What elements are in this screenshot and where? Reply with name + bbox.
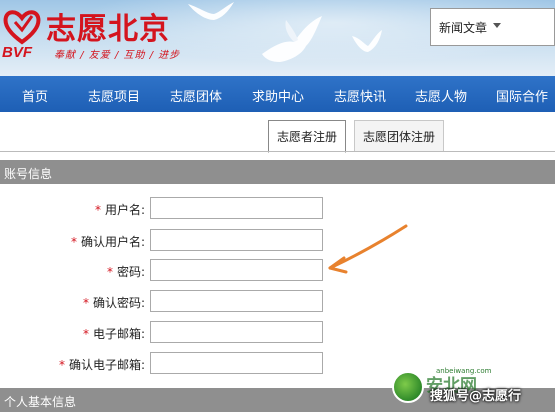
search-category-select[interactable]: 新闻文章 <box>430 8 555 46</box>
confirm-email-input[interactable] <box>150 352 323 374</box>
nav-item-international[interactable]: 国际合作 <box>496 86 548 105</box>
required-mark: * <box>82 296 89 310</box>
confirm-email-label: * 确认电子邮箱: <box>59 356 145 373</box>
form-row-confirm-password: * 确认密码: <box>0 290 555 314</box>
tab-volunteer-registration[interactable]: 志愿者注册 <box>268 120 347 153</box>
nav-item-help-center[interactable]: 求助中心 <box>252 86 304 105</box>
password-label: * 密码: <box>107 263 145 280</box>
anbei-logo-icon <box>392 371 424 403</box>
dove-icon <box>262 16 322 62</box>
nav-item-projects[interactable]: 志愿项目 <box>88 86 140 105</box>
required-mark: * <box>58 358 65 372</box>
heart-logo-icon <box>3 10 41 45</box>
nav-item-people[interactable]: 志愿人物 <box>415 86 467 105</box>
confirm-password-label-text: 确认密码: <box>92 296 145 310</box>
confirm-username-label: * 确认用户名: <box>71 233 145 250</box>
watermark-text: 搜狐号@志愿行 <box>430 389 522 404</box>
chevron-down-icon <box>493 23 501 28</box>
watermark-site: anbeiwang.com <box>436 367 492 375</box>
nav-item-groups[interactable]: 志愿团体 <box>170 86 222 105</box>
logo-title[interactable]: 志愿北京 <box>46 4 170 48</box>
required-mark: * <box>94 203 101 217</box>
password-input[interactable] <box>150 259 323 281</box>
search-category-value: 新闻文章 <box>439 21 488 35</box>
required-mark: * <box>82 327 89 341</box>
email-label-text: 电子邮箱: <box>92 327 145 341</box>
tab-group-registration[interactable]: 志愿团体注册 <box>354 120 445 152</box>
main-navigation: 首页 志愿项目 志愿团体 求助中心 志愿快讯 志愿人物 国际合作 <box>0 76 555 112</box>
password-label-text: 密码: <box>116 265 145 279</box>
logo-slogan: 奉献 / 友爱 / 互助 / 进步 <box>54 50 181 61</box>
confirm-password-label: * 确认密码: <box>83 294 145 311</box>
nav-item-news[interactable]: 志愿快讯 <box>334 86 386 105</box>
nav-item-home[interactable]: 首页 <box>22 86 48 105</box>
form-row-email: * 电子邮箱: <box>0 321 555 345</box>
form-row-password: * 密码: <box>0 259 555 283</box>
site-header: 志愿北京 BVF 奉献 / 友爱 / 互助 / 进步 新闻文章 <box>0 0 555 76</box>
required-mark: * <box>70 235 77 249</box>
registration-tabs: 志愿者注册 志愿团体注册 <box>0 112 555 153</box>
form-row-username: * 用户名: <box>0 197 555 221</box>
watermark: 安北网 anbeiwang.com 搜狐号@志愿行 <box>392 365 555 412</box>
dove-icon <box>352 30 382 52</box>
required-mark: * <box>106 265 113 279</box>
form-row-confirm-username: * 确认用户名: <box>0 229 555 253</box>
section-header-account: 账号信息 <box>0 160 555 184</box>
username-input[interactable] <box>150 197 323 219</box>
logo-abbreviation: BVF <box>2 44 32 61</box>
confirm-password-input[interactable] <box>150 290 323 312</box>
username-label: * 用户名: <box>95 201 145 218</box>
annotation-arrow-icon <box>328 224 408 274</box>
email-label: * 电子邮箱: <box>83 325 145 342</box>
confirm-username-label-text: 确认用户名: <box>80 235 145 249</box>
dove-icon <box>188 2 234 20</box>
email-input[interactable] <box>150 321 323 343</box>
tabs-divider <box>0 151 555 152</box>
username-label-text: 用户名: <box>104 203 145 217</box>
confirm-email-label-text: 确认电子邮箱: <box>68 358 145 372</box>
confirm-username-input[interactable] <box>150 229 323 251</box>
